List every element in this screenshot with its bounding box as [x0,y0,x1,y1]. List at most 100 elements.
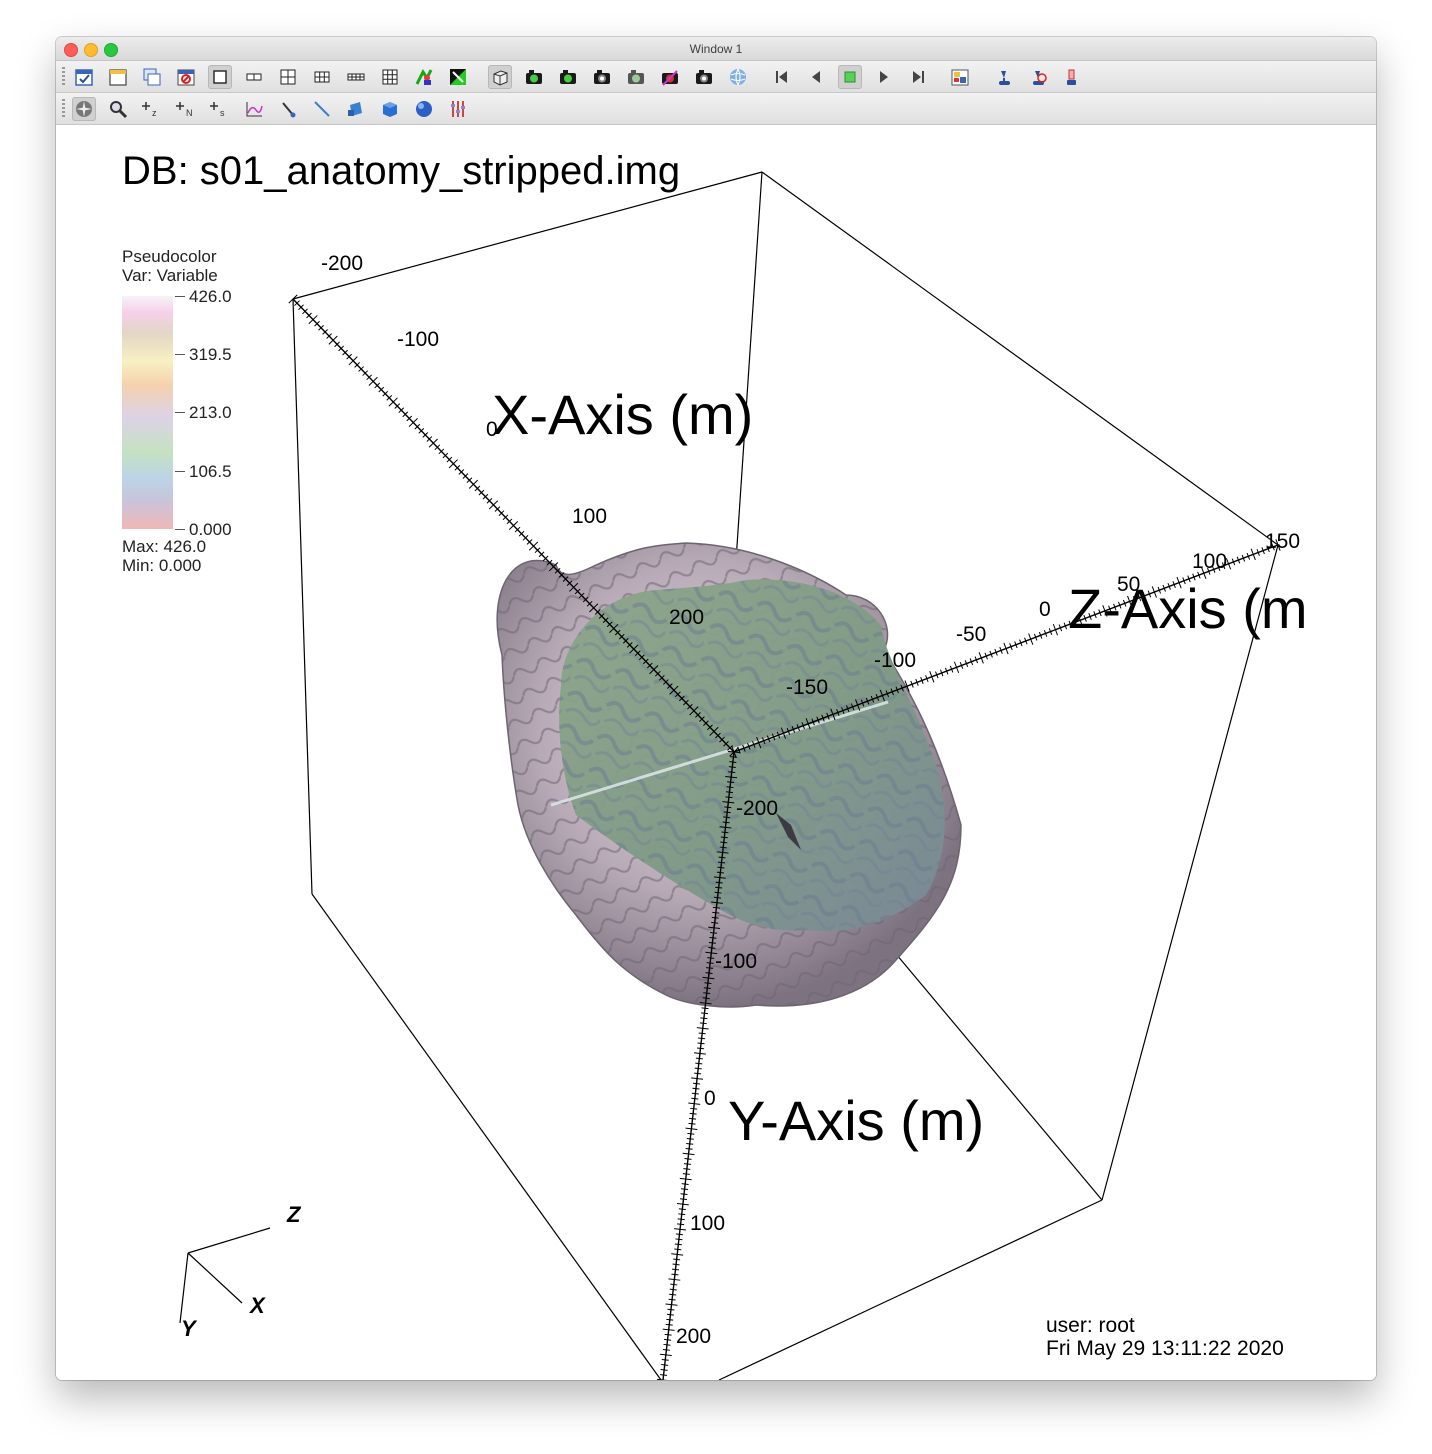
svg-text:s: s [220,108,225,118]
layout-2x3-button[interactable] [310,65,334,89]
sphere-icon [416,101,432,117]
y-axis-tick [678,1208,686,1211]
delete-window-icon [177,69,195,86]
y-axis-title: Y-Axis (m) [728,1089,985,1152]
y-axis-tick [692,1082,701,1085]
lock-time-button[interactable] [446,65,470,89]
lighting-button[interactable] [992,65,1016,89]
y-tick-label: 200 [676,1325,712,1348]
stop-button[interactable] [838,65,862,89]
engine-button[interactable] [1060,65,1084,89]
y-axis-tick [670,1283,678,1286]
spreadsheet-pick-button[interactable]: s [208,97,232,121]
delete-window-button[interactable] [174,65,198,89]
curve-pick-button[interactable] [242,97,266,121]
y-axis-tick [674,1243,682,1246]
pick-n-icon: N [176,102,193,118]
active-window-check-button[interactable] [72,65,96,89]
y-axis-tick [683,1163,691,1165]
axis-restriction-button[interactable] [446,97,470,121]
clone-window-button[interactable] [140,65,164,89]
lock-time-icon [450,69,466,85]
y-axis-tick [685,1148,693,1150]
layout-3x3-button[interactable] [378,65,402,89]
y-axis-tick [663,1343,671,1346]
redo-view-button[interactable] [590,65,614,89]
point-tool-button[interactable] [276,97,300,121]
view-3d-button[interactable] [488,65,512,89]
y-axis-tick [693,1052,706,1055]
layout-2x2-button[interactable] [276,65,300,89]
plane-tool-button[interactable] [344,97,368,121]
pick-s-icon: s [210,102,225,118]
y-axis-tick [688,1122,696,1125]
save-view-button[interactable] [624,65,648,89]
y-axis-tick [664,1333,672,1336]
choose-center-button[interactable] [658,65,682,89]
line-tool-button[interactable] [310,97,334,121]
y-axis-tick [672,1263,680,1266]
plane-icon [348,102,362,116]
y-axis-tick [674,1228,687,1231]
sphere-tool-button[interactable] [412,97,436,121]
y-axis-tick [691,1077,704,1080]
y-axis-tick [698,1037,706,1040]
toolbar-grip[interactable] [62,99,65,118]
y-axis-tick [689,1112,697,1115]
magnifier-icon [110,101,128,119]
navigate-mode-button[interactable] [72,97,96,121]
y-tick-label: -100 [715,950,758,973]
box-icon [383,102,397,117]
y-axis-tick [673,1258,681,1261]
node-pick-button[interactable]: N [174,97,198,121]
y-axis-tick [698,1032,706,1035]
legend-min: Min: 0.000 [122,556,202,575]
user-label: user: root [1046,1314,1135,1337]
legend-label: 426.0 [189,287,232,306]
title-bar[interactable]: Window 1 [56,37,1376,61]
layout-1x1-button[interactable] [208,65,232,89]
new-window-button[interactable] [106,65,130,89]
recenter-view-button[interactable] [522,65,546,89]
toolbar-grip[interactable] [62,67,65,86]
zone-pick-button[interactable]: z [140,97,164,121]
legend-color-bar [122,296,173,529]
visit-window: Window 1 zNs DB: s01_anatomy_stripped.im… [56,37,1376,1380]
box-tool-button[interactable] [378,97,402,121]
y-axis-tick [677,1223,685,1226]
clone-window-icon [143,68,161,86]
layout-2x4-icon [347,73,365,81]
y-tick-label: -200 [736,797,779,820]
y-axis-tick [683,1168,691,1170]
y-axis-tick [661,1364,669,1366]
reset-view-button[interactable] [692,65,716,89]
z-axis-title: Z-Axis (m [1068,577,1308,640]
y-axis-tick [690,1107,698,1110]
y-axis-tick [669,1288,677,1291]
lock-view-button[interactable] [412,65,436,89]
y-axis-tick [679,1198,687,1201]
main-toolbar [56,61,1376,93]
render-viewport[interactable]: DB: s01_anatomy_stripped.img Pseudocolor… [56,125,1376,1380]
first-frame-button[interactable] [770,65,794,89]
lamp-icon [999,71,1010,85]
last-frame-button[interactable] [906,65,930,89]
spin-mode-button[interactable] [726,65,750,89]
zoom-mode-button[interactable] [106,97,130,121]
prev-frame-button[interactable] [804,65,828,89]
invert-background-button[interactable] [948,65,972,89]
y-axis-tick [665,1323,673,1326]
legend-label: 106.5 [189,462,232,481]
play-button[interactable] [872,65,896,89]
database-title: DB: s01_anatomy_stripped.img [122,149,681,193]
layout-2x4-button[interactable] [344,65,368,89]
legend-tick [175,354,185,355]
lighting-off-button[interactable] [1026,65,1050,89]
sliders-icon [451,101,465,117]
y-axis-tick [660,1374,668,1376]
y-axis-tick [662,1348,670,1351]
y-axis-tick [691,1097,699,1100]
undo-view-button[interactable] [556,65,580,89]
y-axis-tick [695,1062,703,1065]
layout-1x2-button[interactable] [242,65,266,89]
